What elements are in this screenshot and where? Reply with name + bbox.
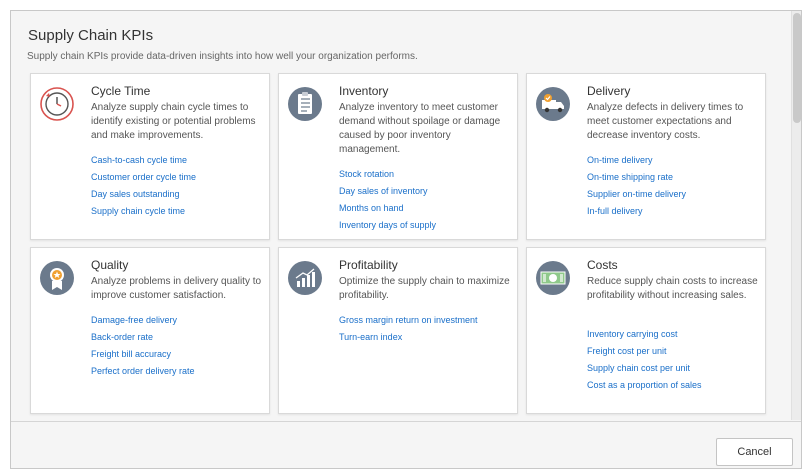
card-title: Profitability [339,258,398,272]
kpi-link-months-on-hand[interactable]: Months on hand [339,203,404,213]
kpi-link-on-time-shipping-rate[interactable]: On-time shipping rate [587,172,673,182]
supply-chain-kpis-dialog: Supply Chain KPIs Supply chain KPIs prov… [10,10,802,469]
kpi-link-cash-to-cash-cycle-time[interactable]: Cash-to-cash cycle time [91,155,187,165]
kpi-link-day-sales-of-inventory[interactable]: Day sales of inventory [339,186,428,196]
kpi-link-freight-bill-accuracy[interactable]: Freight bill accuracy [91,349,171,359]
card-costs: Costs Reduce supply chain costs to incre… [526,247,766,414]
kpi-link-inventory-carrying-cost[interactable]: Inventory carrying cost [587,329,678,339]
kpi-link-customer-order-cycle-time[interactable]: Customer order cycle time [91,172,196,182]
card-title: Quality [91,258,129,272]
card-title: Delivery [587,84,631,98]
clock-cycle-icon [40,87,74,121]
card-title: Inventory [339,84,389,98]
checklist-icon [288,87,322,121]
kpi-link-list: Gross margin return on investment Turn-e… [339,310,517,344]
scrollbar-thumb[interactable] [793,13,801,123]
kpi-link-cost-as-a-proportion-of-sales[interactable]: Cost as a proportion of sales [587,380,702,390]
kpi-link-list: Cash-to-cash cycle time Customer order c… [91,150,269,218]
kpi-link-back-order-rate[interactable]: Back-order rate [91,332,153,342]
kpi-link-inventory-days-of-supply[interactable]: Inventory days of supply [339,220,436,230]
growth-chart-icon [288,261,322,295]
kpi-link-freight-cost-per-unit[interactable]: Freight cost per unit [587,346,667,356]
kpi-link-turn-earn-index[interactable]: Turn-earn index [339,332,402,342]
card-description: Analyze supply chain cycle times to iden… [91,102,256,141]
delivery-truck-icon [536,87,570,121]
kpi-link-supply-chain-cost-per-unit[interactable]: Supply chain cost per unit [587,363,690,373]
card-description: Analyze defects in delivery times to mee… [587,102,744,141]
footer-divider [11,421,801,422]
kpi-link-damage-free-delivery[interactable]: Damage-free delivery [91,315,177,325]
kpi-link-supply-chain-cycle-time[interactable]: Supply chain cycle time [91,206,185,216]
kpi-link-stock-rotation[interactable]: Stock rotation [339,169,394,179]
card-quality: Quality Analyze problems in delivery qua… [30,247,270,414]
kpi-link-gross-margin-return-on-investment[interactable]: Gross margin return on investment [339,315,478,325]
kpi-link-in-full-delivery[interactable]: In-full delivery [587,206,643,216]
dialog-subtitle: Supply chain KPIs provide data-driven in… [27,51,418,62]
kpi-link-day-sales-outstanding[interactable]: Day sales outstanding [91,189,180,199]
kpi-link-supplier-on-time-delivery[interactable]: Supplier on-time delivery [587,189,686,199]
vertical-scrollbar[interactable] [791,11,801,420]
kpi-link-list: Damage-free delivery Back-order rate Fre… [91,310,269,378]
card-profitability: Profitability Optimize the supply chain … [278,247,518,414]
award-ribbon-icon [40,261,74,295]
kpi-link-list: Inventory carrying cost Freight cost per… [587,324,765,392]
kpi-link-list: Stock rotation Day sales of inventory Mo… [339,164,517,232]
card-description: Reduce supply chain costs to increase pr… [587,276,758,301]
kpi-link-on-time-delivery[interactable]: On-time delivery [587,155,653,165]
kpi-link-perfect-order-delivery-rate[interactable]: Perfect order delivery rate [91,366,195,376]
card-delivery: Delivery Analyze defects in delivery tim… [526,73,766,240]
card-description: Optimize the supply chain to maximize pr… [339,276,510,301]
card-cycle-time: Cycle Time Analyze supply chain cycle ti… [30,73,270,240]
card-description: Analyze inventory to meet customer deman… [339,102,501,155]
card-title: Cycle Time [91,84,151,98]
card-title: Costs [587,258,618,272]
card-inventory: Inventory Analyze inventory to meet cust… [278,73,518,240]
cancel-button[interactable]: Cancel [716,438,793,466]
kpi-link-list: On-time delivery On-time shipping rate S… [587,150,765,218]
money-bill-icon [536,261,570,295]
card-description: Analyze problems in delivery quality to … [91,276,262,301]
dialog-title: Supply Chain KPIs [28,27,154,44]
